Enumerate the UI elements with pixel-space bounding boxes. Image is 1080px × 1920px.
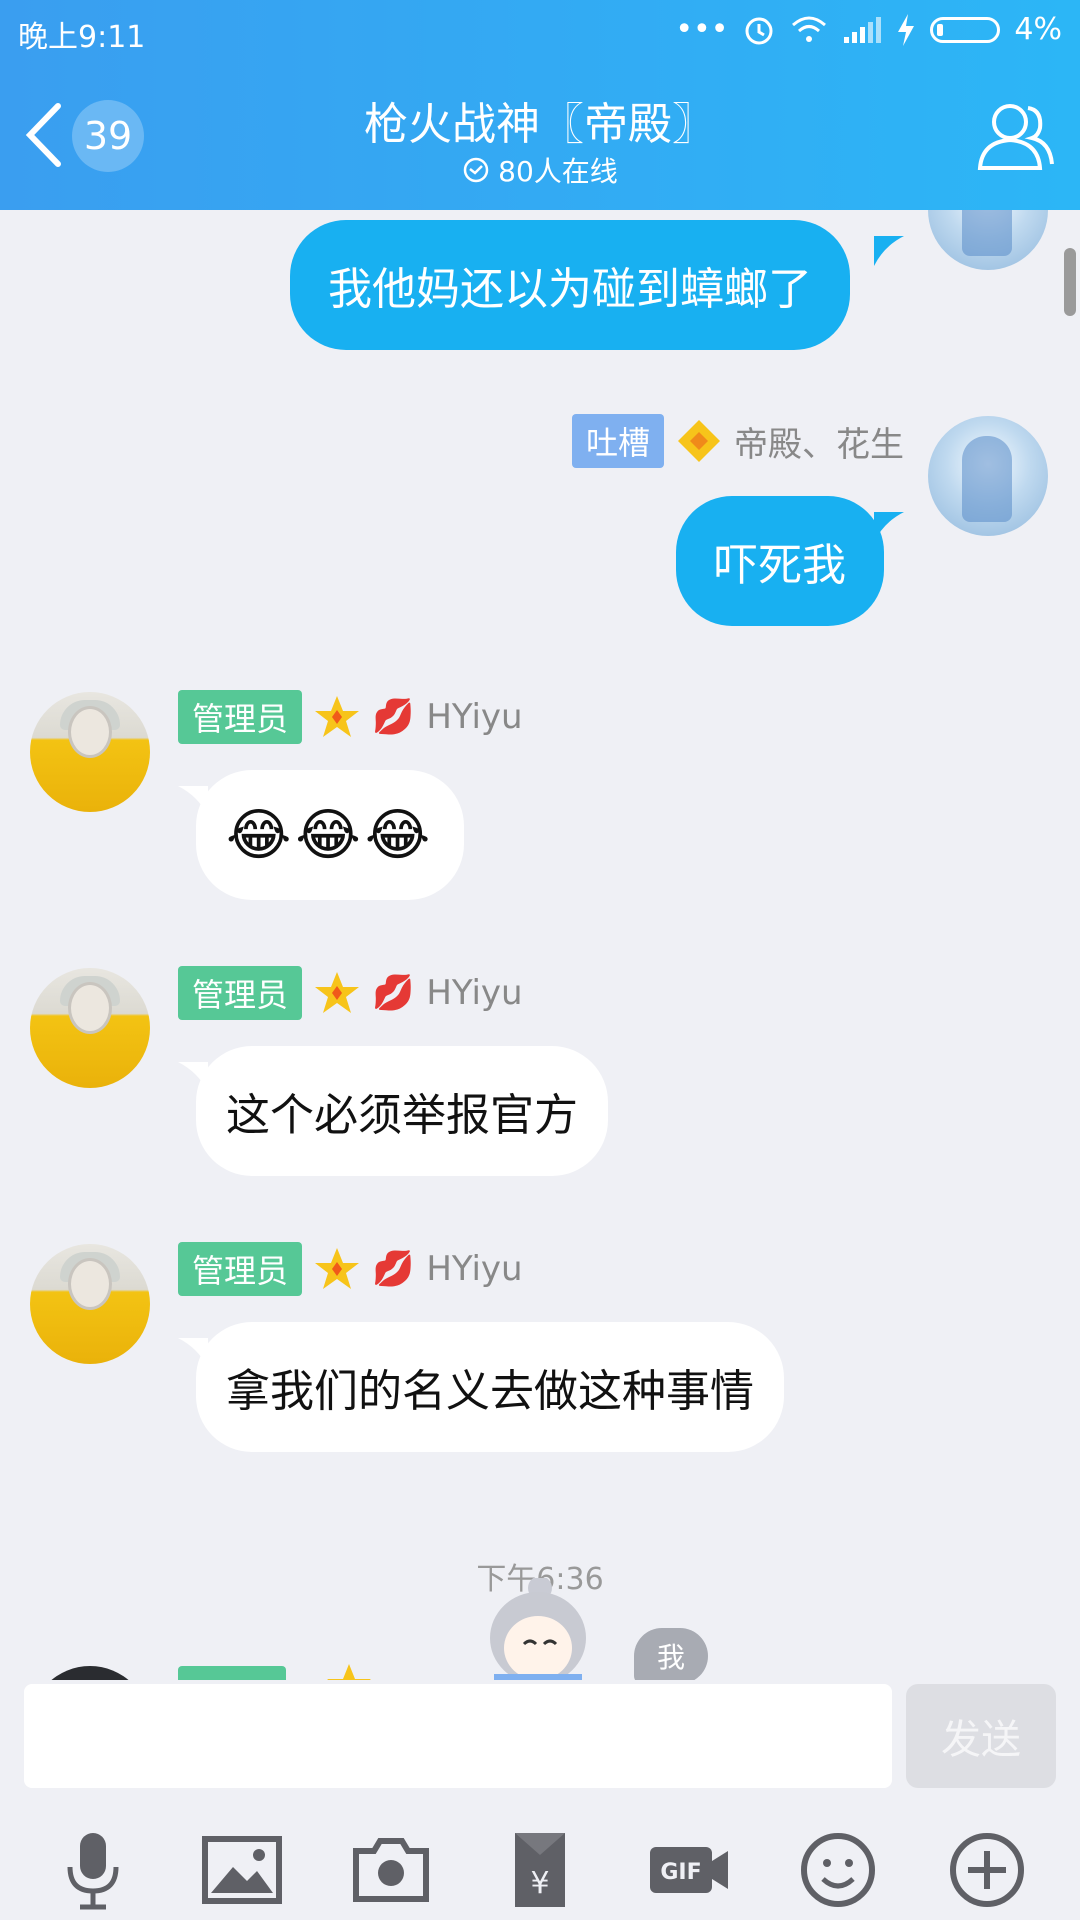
red-packet-button[interactable]: ¥ <box>495 1825 585 1915</box>
group-members-icon[interactable] <box>976 98 1056 172</box>
image-button[interactable] <box>197 1825 287 1915</box>
svg-text:¥: ¥ <box>530 1866 549 1901</box>
gif-button[interactable]: GIF <box>644 1825 734 1915</box>
top-bar: 晚上9:11 ••• 4% 39 枪火战神〖帝殿〗 80人在线 <box>0 0 1080 210</box>
message-bubble-incoming[interactable]: 😂😂😂 <box>196 770 465 900</box>
sender-avatar[interactable] <box>30 692 150 812</box>
admin-tag: 管理员 <box>178 690 303 744</box>
svg-text:GIF: GIF <box>660 1860 701 1885</box>
sender-name[interactable]: 帝殿、花生 <box>734 417 904 466</box>
message-text: 我他妈还以为碰到蟑螂了 <box>328 264 812 315</box>
wifi-icon <box>792 16 827 42</box>
chat-area[interactable]: 我他妈还以为碰到蟑螂了 吐槽 帝殿、花生 吓死我 管理员 💋 HYiyu 😂😂😂… <box>0 210 1080 1680</box>
rant-tag: 吐槽 <box>571 414 664 468</box>
sender-row: 吐槽 帝殿、花生 <box>571 414 904 468</box>
bubble-tail <box>874 236 904 266</box>
my-avatar[interactable] <box>928 210 1048 270</box>
microphone-icon <box>67 1833 119 1910</box>
bubble-tail <box>178 1062 208 1092</box>
message-text: 吓死我 <box>714 540 846 591</box>
star-level-icon <box>315 1248 360 1289</box>
sender-name[interactable]: HYiyu <box>426 697 522 737</box>
gif-icon: GIF <box>650 1847 729 1893</box>
camera-icon <box>352 1838 429 1902</box>
sender-row: 管理员 💋 HYiyu <box>178 690 523 744</box>
red-packet-icon: ¥ <box>514 1833 565 1907</box>
alarm-icon <box>745 17 773 44</box>
voice-button[interactable] <box>48 1825 138 1915</box>
battery-percent: 4% <box>1014 12 1062 47</box>
mascot-sticker-icon[interactable] <box>478 1578 598 1680</box>
charging-icon <box>898 13 915 46</box>
online-count: 80人在线 <box>498 155 618 188</box>
status-time: 晚上9:11 <box>18 20 146 55</box>
admin-tag <box>178 1666 286 1680</box>
message-bubble-outgoing[interactable]: 吓死我 <box>676 496 884 626</box>
more-dots-icon: ••• <box>675 12 729 47</box>
message-bubble-incoming[interactable]: 这个必须举报官方 <box>196 1046 608 1176</box>
sender-name[interactable]: HYiyu <box>426 1249 522 1289</box>
group-title: 枪火战神〖帝殿〗 <box>364 99 716 150</box>
emoji-icon <box>801 1833 876 1907</box>
bubble-tail <box>178 1338 208 1368</box>
online-status: 80人在线 <box>0 150 1080 190</box>
sender-avatar[interactable] <box>30 1244 150 1364</box>
sender-avatar[interactable] <box>30 1666 150 1680</box>
sender-row: 管理员 💋 HYiyu <box>178 966 523 1020</box>
star-level-icon <box>315 972 360 1013</box>
sender-name[interactable]: HYiyu <box>426 973 522 1013</box>
lips-icon: 💋 <box>372 697 415 737</box>
admin-tag: 管理员 <box>178 1242 303 1296</box>
admin-tag: 管理员 <box>178 966 303 1020</box>
input-bar: 发送 ¥ GIF <box>0 1680 1080 1920</box>
me-chip[interactable]: 我 <box>634 1628 708 1680</box>
scrollbar[interactable] <box>1064 248 1076 316</box>
emoji-button[interactable] <box>793 1825 883 1915</box>
send-button[interactable]: 发送 <box>906 1684 1056 1788</box>
lips-icon: 💋 <box>372 973 415 1013</box>
lips-icon: 💋 <box>372 1249 415 1289</box>
star-level-icon <box>315 696 360 737</box>
message-text: 这个必须举报官方 <box>226 1090 578 1141</box>
my-avatar[interactable] <box>928 416 1048 536</box>
battery-icon <box>930 16 1001 43</box>
diamond-level-icon <box>678 420 720 462</box>
status-icons: ••• 4% <box>675 12 1062 47</box>
message-input[interactable] <box>24 1684 892 1788</box>
signal-icon <box>844 16 882 43</box>
more-button[interactable] <box>942 1825 1032 1915</box>
message-bubble-incoming[interactable]: 拿我们的名义去做这种事情 <box>196 1322 784 1452</box>
image-icon <box>201 1836 282 1904</box>
sender-row: 管理员 💋 HYiyu <box>178 1242 523 1296</box>
camera-button[interactable] <box>346 1825 436 1915</box>
message-text: 拿我们的名义去做这种事情 <box>226 1366 754 1417</box>
plus-icon <box>950 1833 1025 1907</box>
input-toolbar: ¥ GIF <box>0 1820 1080 1920</box>
bubble-tail <box>178 786 208 816</box>
status-bar: 晚上9:11 ••• 4% <box>0 0 1080 60</box>
star-level-icon <box>327 1664 371 1680</box>
online-check-icon <box>463 157 489 183</box>
message-bubble-outgoing[interactable]: 我他妈还以为碰到蟑螂了 <box>290 220 850 350</box>
emoji-laughing-icon: 😂😂😂 <box>226 802 435 868</box>
sender-avatar[interactable] <box>30 968 150 1088</box>
bubble-tail <box>874 512 904 542</box>
